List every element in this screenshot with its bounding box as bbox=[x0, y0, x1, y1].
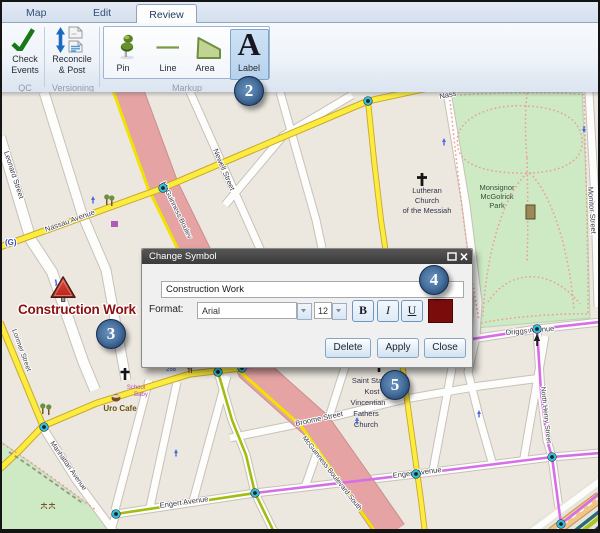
svg-text:Monsignor: Monsignor bbox=[479, 183, 515, 192]
svg-text:Park: Park bbox=[489, 201, 505, 210]
svg-text:of the Messiah: of the Messiah bbox=[403, 206, 452, 215]
svg-text:Vincentian: Vincentian bbox=[351, 398, 386, 407]
svg-text:McGolrick: McGolrick bbox=[480, 192, 514, 201]
svg-text:Construction Work: Construction Work bbox=[18, 302, 137, 317]
svg-text:Church: Church bbox=[354, 420, 378, 429]
svg-text:Church: Church bbox=[415, 196, 439, 205]
svg-text:(G): (G) bbox=[5, 238, 17, 247]
svg-text:Baby: Baby bbox=[134, 392, 148, 398]
svg-text:Lutheran: Lutheran bbox=[412, 186, 442, 195]
svg-text:Kost: Kost bbox=[364, 387, 380, 396]
svg-text:Uro Cafe: Uro Cafe bbox=[103, 404, 137, 413]
svg-text:Fathers: Fathers bbox=[353, 409, 379, 418]
svg-text:School: School bbox=[127, 385, 145, 391]
